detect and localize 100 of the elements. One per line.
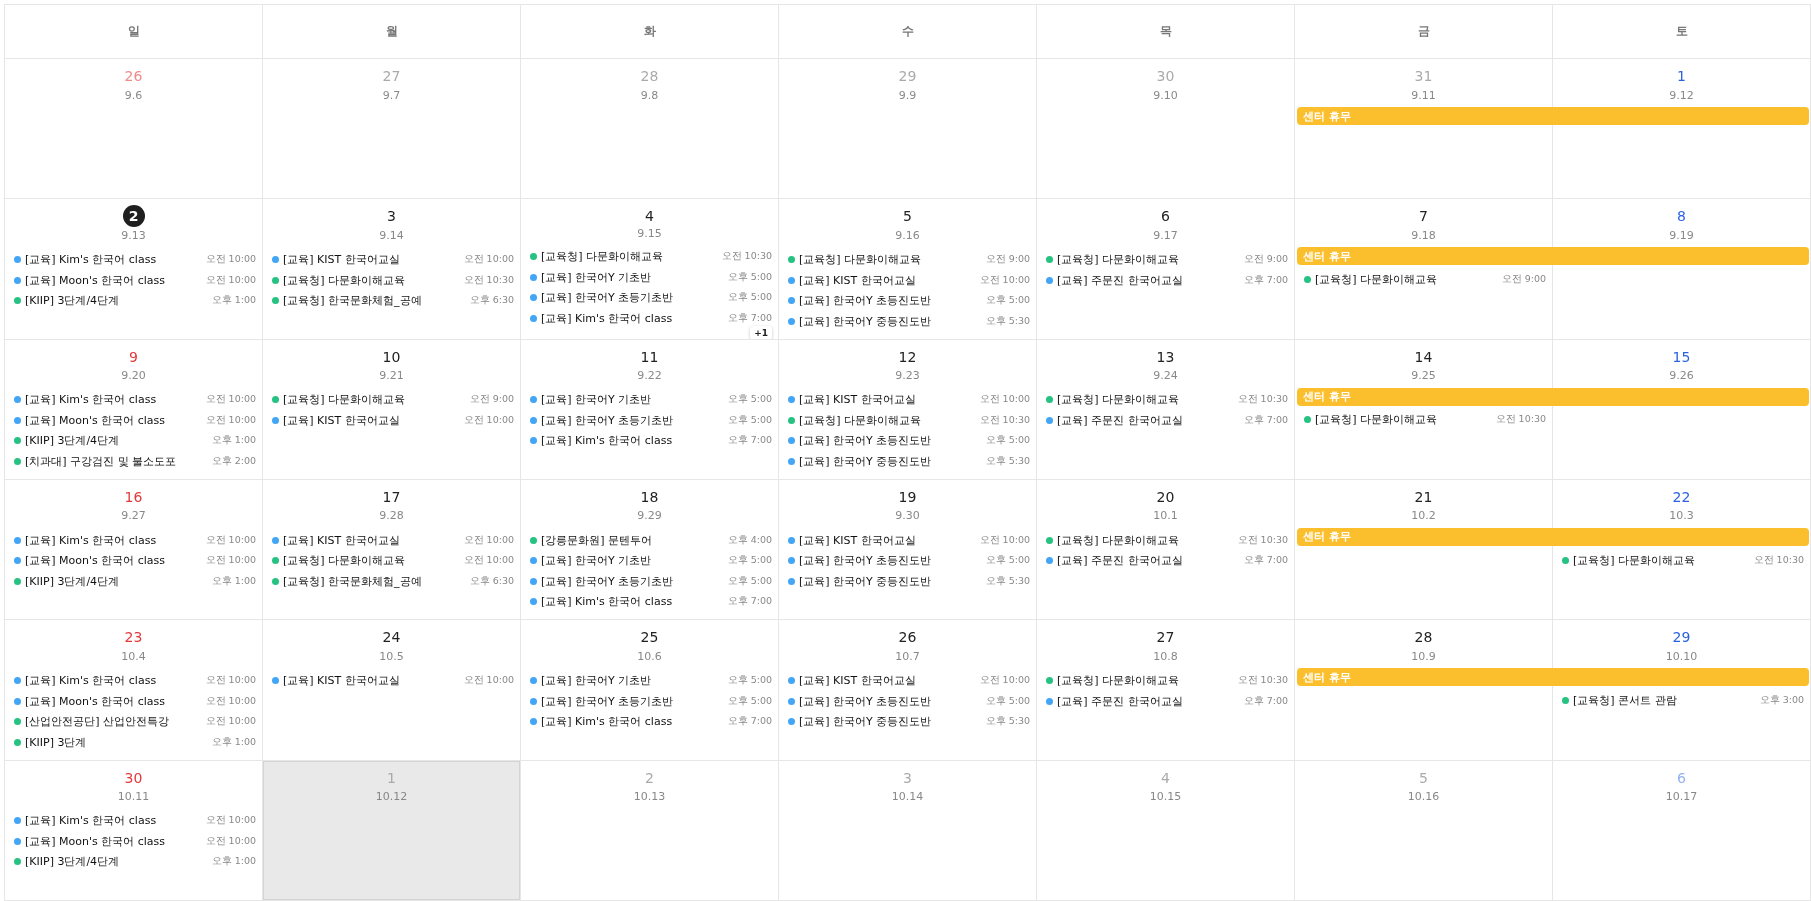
event-item[interactable]: [교육] Moon's 한국어 class 오전 10:00 [14,410,256,431]
calendar-cell[interactable]: 18 9.29 [강릉문화원] 문텐투어 오후 4:00 [교육] 한국어Y 기초반 오후 5:00 [교육] 한국어Y 초등기초반 오후 5:00 [교육] Kim's 한국어 class 오후 7:00 [521,480,779,621]
event-item[interactable]: [교육청] 다문화이해교육 오전 10:00 [272,550,514,571]
event-item[interactable]: [교육] 한국어Y 초등기초반 오후 5:00 [530,410,772,431]
calendar-cell[interactable]: 5 9.16 [교육청] 다문화이해교육 오전 9:00 [교육] KIST 한국어교실 오전 10:00 [교육] 한국어Y 초등진도반 오후 5:00 [교육] 한국어Y 중등진도반 오후 5:30 [779,199,1037,340]
calendar-cell[interactable]: 13 9.24 [교육청] 다문화이해교육 오전 10:30 [교육] 주문진 한국어교실 오후 7:00 [1037,339,1295,480]
event-item[interactable]: [교육] 한국어Y 기초반 오후 5:00 [530,670,772,691]
event-item[interactable]: [교육] Kim's 한국어 class 오전 10:00 [14,810,256,832]
calendar-cell[interactable]: 9 9.20 [교육] Kim's 한국어 class 오전 10:00 [교육] Moon's 한국어 class 오전 10:00 [KIIP] 3단계/4단계 오후 1:00 [치과대] 구강검진 및 불소도포 오후 2:00 [5,339,263,480]
event-item[interactable]: [교육] 한국어Y 기초반 오후 5:00 [530,266,772,288]
event-item[interactable]: [교육] Kim's 한국어 class 오전 10:00 [14,530,256,551]
event-item[interactable]: [교육] KIST 한국어교실 오전 10:00 [272,670,514,691]
event-item[interactable]: [교육청] 다문화이해교육 오전 10:30 [788,410,1030,431]
event-item[interactable]: [교육청] 다문화이해교육 오전 10:30 [1046,530,1288,551]
event-item[interactable]: [교육] 한국어Y 초등기초반 오후 5:00 [530,287,772,308]
event-item[interactable]: [교육] KIST 한국어교실 오전 10:00 [788,269,1030,291]
calendar-cell[interactable]: 30 9.10 [1037,59,1295,200]
event-item[interactable]: [교육] 한국어Y 초등진도반 오후 5:00 [788,430,1030,452]
calendar-cell[interactable]: 25 10.6 [교육] 한국어Y 기초반 오후 5:00 [교육] 한국어Y 초등기초반 오후 5:00 [교육] Kim's 한국어 class 오후 7:00 [521,620,779,761]
event-item[interactable]: [교육] 한국어Y 기초반 오후 5:00 [530,389,772,411]
event-item[interactable]: [교육] KIST 한국어교실 오전 10:00 [788,670,1030,691]
event-title: [교육] Moon's 한국어 class [25,412,167,428]
event-item[interactable]: [강릉문화원] 문텐투어 오후 4:00 [530,530,772,551]
calendar-cell[interactable]: 17 9.28 [교육] KIST 한국어교실 오전 10:00 [교육청] 다문화이해교육 오전 10:00 [교육청] 한국문화체험_공예 오후 6:30 [263,480,521,621]
event-item[interactable]: [교육] 한국어Y 초등진도반 오후 5:00 [788,290,1030,311]
calendar-cell[interactable]: 28 9.8 [521,59,779,200]
event-item[interactable]: [교육] Moon's 한국어 class 오전 10:00 [14,690,256,712]
calendar-cell[interactable]: 4 10.15 [1037,760,1295,901]
event-item[interactable]: [KIIP] 3단계/4단계 오후 1:00 [14,430,256,452]
event-item[interactable]: [교육] 한국어Y 기초반 오후 5:00 [530,550,772,571]
calendar-cell[interactable]: 16 9.27 [교육] Kim's 한국어 class 오전 10:00 [교육] Moon's 한국어 class 오전 10:00 [KIIP] 3단계/4단계 오후 1:00 [5,480,263,621]
calendar-cell[interactable]: 10 9.21 [교육청] 다문화이해교육 오전 9:00 [교육] KIST 한국어교실 오전 10:00 [263,339,521,480]
calendar-cell[interactable]: 20 10.1 [교육청] 다문화이해교육 오전 10:30 [교육] 주문진 한국어교실 오후 7:00 [1037,480,1295,621]
calendar-cell[interactable]: 29 9.9 [779,59,1037,200]
event-item[interactable]: [KIIP] 3단계/4단계 오후 1:00 [14,290,256,311]
event-item[interactable]: [교육청] 한국문화체험_공예 오후 6:30 [272,571,514,592]
calendar-cell[interactable]: 2 9.13 [교육] Kim's 한국어 class 오전 10:00 [교육] Moon's 한국어 class 오전 10:00 [KIIP] 3단계/4단계 오후 1:00 [5,199,263,340]
calendar-cell[interactable]: 6 9.17 [교육청] 다문화이해교육 오전 9:00 [교육] 주문진 한국어교실 오후 7:00 [1037,199,1295,340]
event-item[interactable]: [교육청] 다문화이해교육 오전 10:30 [1562,550,1804,571]
event-item[interactable]: [교육] KIST 한국어교실 오전 10:00 [788,530,1030,551]
event-item[interactable]: [교육] KIST 한국어교실 오전 10:00 [272,410,514,431]
event-item[interactable]: [교육] 한국어Y 초등기초반 오후 5:00 [530,571,772,592]
calendar-cell[interactable]: 26 10.7 [교육] KIST 한국어교실 오전 10:00 [교육] 한국어Y 초등진도반 오후 5:00 [교육] 한국어Y 중등진도반 오후 5:30 [779,620,1037,761]
event-item[interactable]: [교육청] 다문화이해교육 오전 9:00 [272,389,514,411]
calendar-cell[interactable]: 23 10.4 [교육] Kim's 한국어 class 오전 10:00 [교육] Moon's 한국어 class 오전 10:00 [산업안전공단] 산업안전특강 오전 10:00 [KIIP] 3단계 오후 1:00 [5,620,263,761]
event-item[interactable]: [교육] Kim's 한국어 class 오전 10:00 [14,670,256,691]
event-item[interactable]: [KIIP] 3단계/4단계 오후 1:00 [14,571,256,592]
calendar-cell[interactable]: 12 9.23 [교육] KIST 한국어교실 오전 10:00 [교육청] 다문화이해교육 오전 10:30 [교육] 한국어Y 초등진도반 오후 5:00 [교육] 한국어Y 중등진도반 오후 5:30 [779,339,1037,480]
calendar-cell[interactable]: 4 9.15 [교육청] 다문화이해교육 오전 10:30 [교육] 한국어Y 기초반 오후 5:00 [교육] 한국어Y 초등기초반 오후 5:00 [교육] Kim's 한국어 class 오후 7:00 +1 [521,199,779,340]
calendar-cell[interactable]: 3 9.14 [교육] KIST 한국어교실 오전 10:00 [교육청] 다문화이해교육 오전 10:30 [교육청] 한국문화체험_공예 오후 6:30 [263,199,521,340]
event-item[interactable]: [교육청] 다문화이해교육 오전 9:00 [1304,269,1546,290]
event-item[interactable]: [교육] 한국어Y 중등진도반 오후 5:30 [788,310,1030,332]
calendar-cell[interactable]: 6 10.17 [1553,760,1811,901]
event-item[interactable]: [교육] Kim's 한국어 class 오후 7:00 [530,430,772,452]
calendar-cell[interactable]: 26 9.6 [5,59,263,200]
event-item[interactable]: [교육] 주문진 한국어교실 오후 7:00 [1046,269,1288,291]
calendar-cell[interactable]: 27 10.8 [교육청] 다문화이해교육 오전 10:30 [교육] 주문진 한국어교실 오후 7:00 [1037,620,1295,761]
event-item[interactable]: [교육청] 다문화이해교육 오전 10:30 [272,269,514,291]
event-item[interactable]: [교육] Moon's 한국어 class 오전 10:00 [14,269,256,291]
event-item[interactable]: [교육청] 한국문화체험_공예 오후 6:30 [272,290,514,311]
event-item[interactable]: [교육] Kim's 한국어 class 오전 10:00 [14,389,256,411]
event-item[interactable]: [교육청] 다문화이해교육 오전 9:00 [1046,249,1288,270]
event-item[interactable]: [교육청] 다문화이해교육 오전 10:30 [1304,409,1546,431]
event-item[interactable]: [KIIP] 3단계 오후 1:00 [14,731,256,753]
event-item[interactable]: [교육] KIST 한국어교실 오전 10:00 [788,389,1030,411]
event-item[interactable]: [교육] Moon's 한국어 class 오전 10:00 [14,550,256,571]
event-item[interactable]: [산업안전공단] 산업안전특강 오전 10:00 [14,711,256,732]
more-button[interactable]: +1 [750,326,772,339]
event-item[interactable]: [교육] 한국어Y 중등진도반 오후 5:30 [788,711,1030,732]
event-item[interactable]: [교육청] 콘서트 관람 오후 3:00 [1562,690,1804,711]
event-item[interactable]: [교육] 한국어Y 중등진도반 오후 5:30 [788,571,1030,592]
event-item[interactable]: [KIIP] 3단계/4단계 오후 1:00 [14,851,256,873]
calendar-cell[interactable]: 2 10.13 [521,760,779,901]
lunar-date: 10.13 [633,790,666,804]
event-item[interactable]: [치과대] 구강검진 및 불소도포 오후 2:00 [14,451,256,472]
event-item[interactable]: [교육청] 다문화이해교육 오전 9:00 [788,249,1030,270]
event-item[interactable]: [교육] Kim's 한국어 class 오전 10:00 [14,249,256,270]
calendar-cell[interactable]: 19 9.30 [교육] KIST 한국어교실 오전 10:00 [교육] 한국어Y 초등진도반 오후 5:00 [교육] 한국어Y 중등진도반 오후 5:30 [779,480,1037,621]
event-item[interactable]: [교육] 주문진 한국어교실 오후 7:00 [1046,410,1288,431]
event-item[interactable]: [교육청] 다문화이해교육 오전 10:30 [1046,389,1288,411]
calendar-cell[interactable]: 27 9.7 [263,59,521,200]
event-item[interactable]: [교육청] 다문화이해교육 오전 10:30 [530,246,772,267]
event-item[interactable]: [교육] KIST 한국어교실 오전 10:00 [272,530,514,551]
event-item[interactable]: [교육] 주문진 한국어교실 오후 7:00 [1046,550,1288,571]
calendar-cell[interactable]: 24 10.5 [교육] KIST 한국어교실 오전 10:00 [263,620,521,761]
event-item[interactable]: [교육] 한국어Y 초등진도반 오후 5:00 [788,690,1030,712]
event-item[interactable]: [교육] KIST 한국어교실 오전 10:00 [272,249,514,270]
event-item[interactable]: [교육] 한국어Y 초등기초반 오후 5:00 [530,690,772,712]
calendar-cell[interactable]: 3 10.14 [779,760,1037,901]
event-item[interactable]: [교육] Kim's 한국어 class 오후 7:00 [530,307,772,329]
event-item[interactable]: [교육] 한국어Y 초등진도반 오후 5:00 [788,550,1030,571]
event-item[interactable]: [교육청] 다문화이해교육 오전 10:30 [1046,670,1288,691]
calendar-cell[interactable]: 30 10.11 [교육] Kim's 한국어 class 오전 10:00 [교육] Moon's 한국어 class 오전 10:00 [KIIP] 3단계/4단계 오후 1:00 [5,760,263,901]
event-item[interactable]: [교육] 주문진 한국어교실 오후 7:00 [1046,690,1288,712]
calendar-cell[interactable]: 11 9.22 [교육] 한국어Y 기초반 오후 5:00 [교육] 한국어Y 초등기초반 오후 5:00 [교육] Kim's 한국어 class 오후 7:00 [521,339,779,480]
event-item[interactable]: [교육] Kim's 한국어 class 오후 7:00 [530,711,772,732]
event-item[interactable]: [교육] 한국어Y 중등진도반 오후 5:30 [788,451,1030,472]
event-item[interactable]: [교육] Kim's 한국어 class 오후 7:00 [530,591,772,612]
calendar-cell[interactable]: 5 10.16 [1295,760,1553,901]
event-item[interactable]: [교육] Moon's 한국어 class 오전 10:00 [14,831,256,852]
